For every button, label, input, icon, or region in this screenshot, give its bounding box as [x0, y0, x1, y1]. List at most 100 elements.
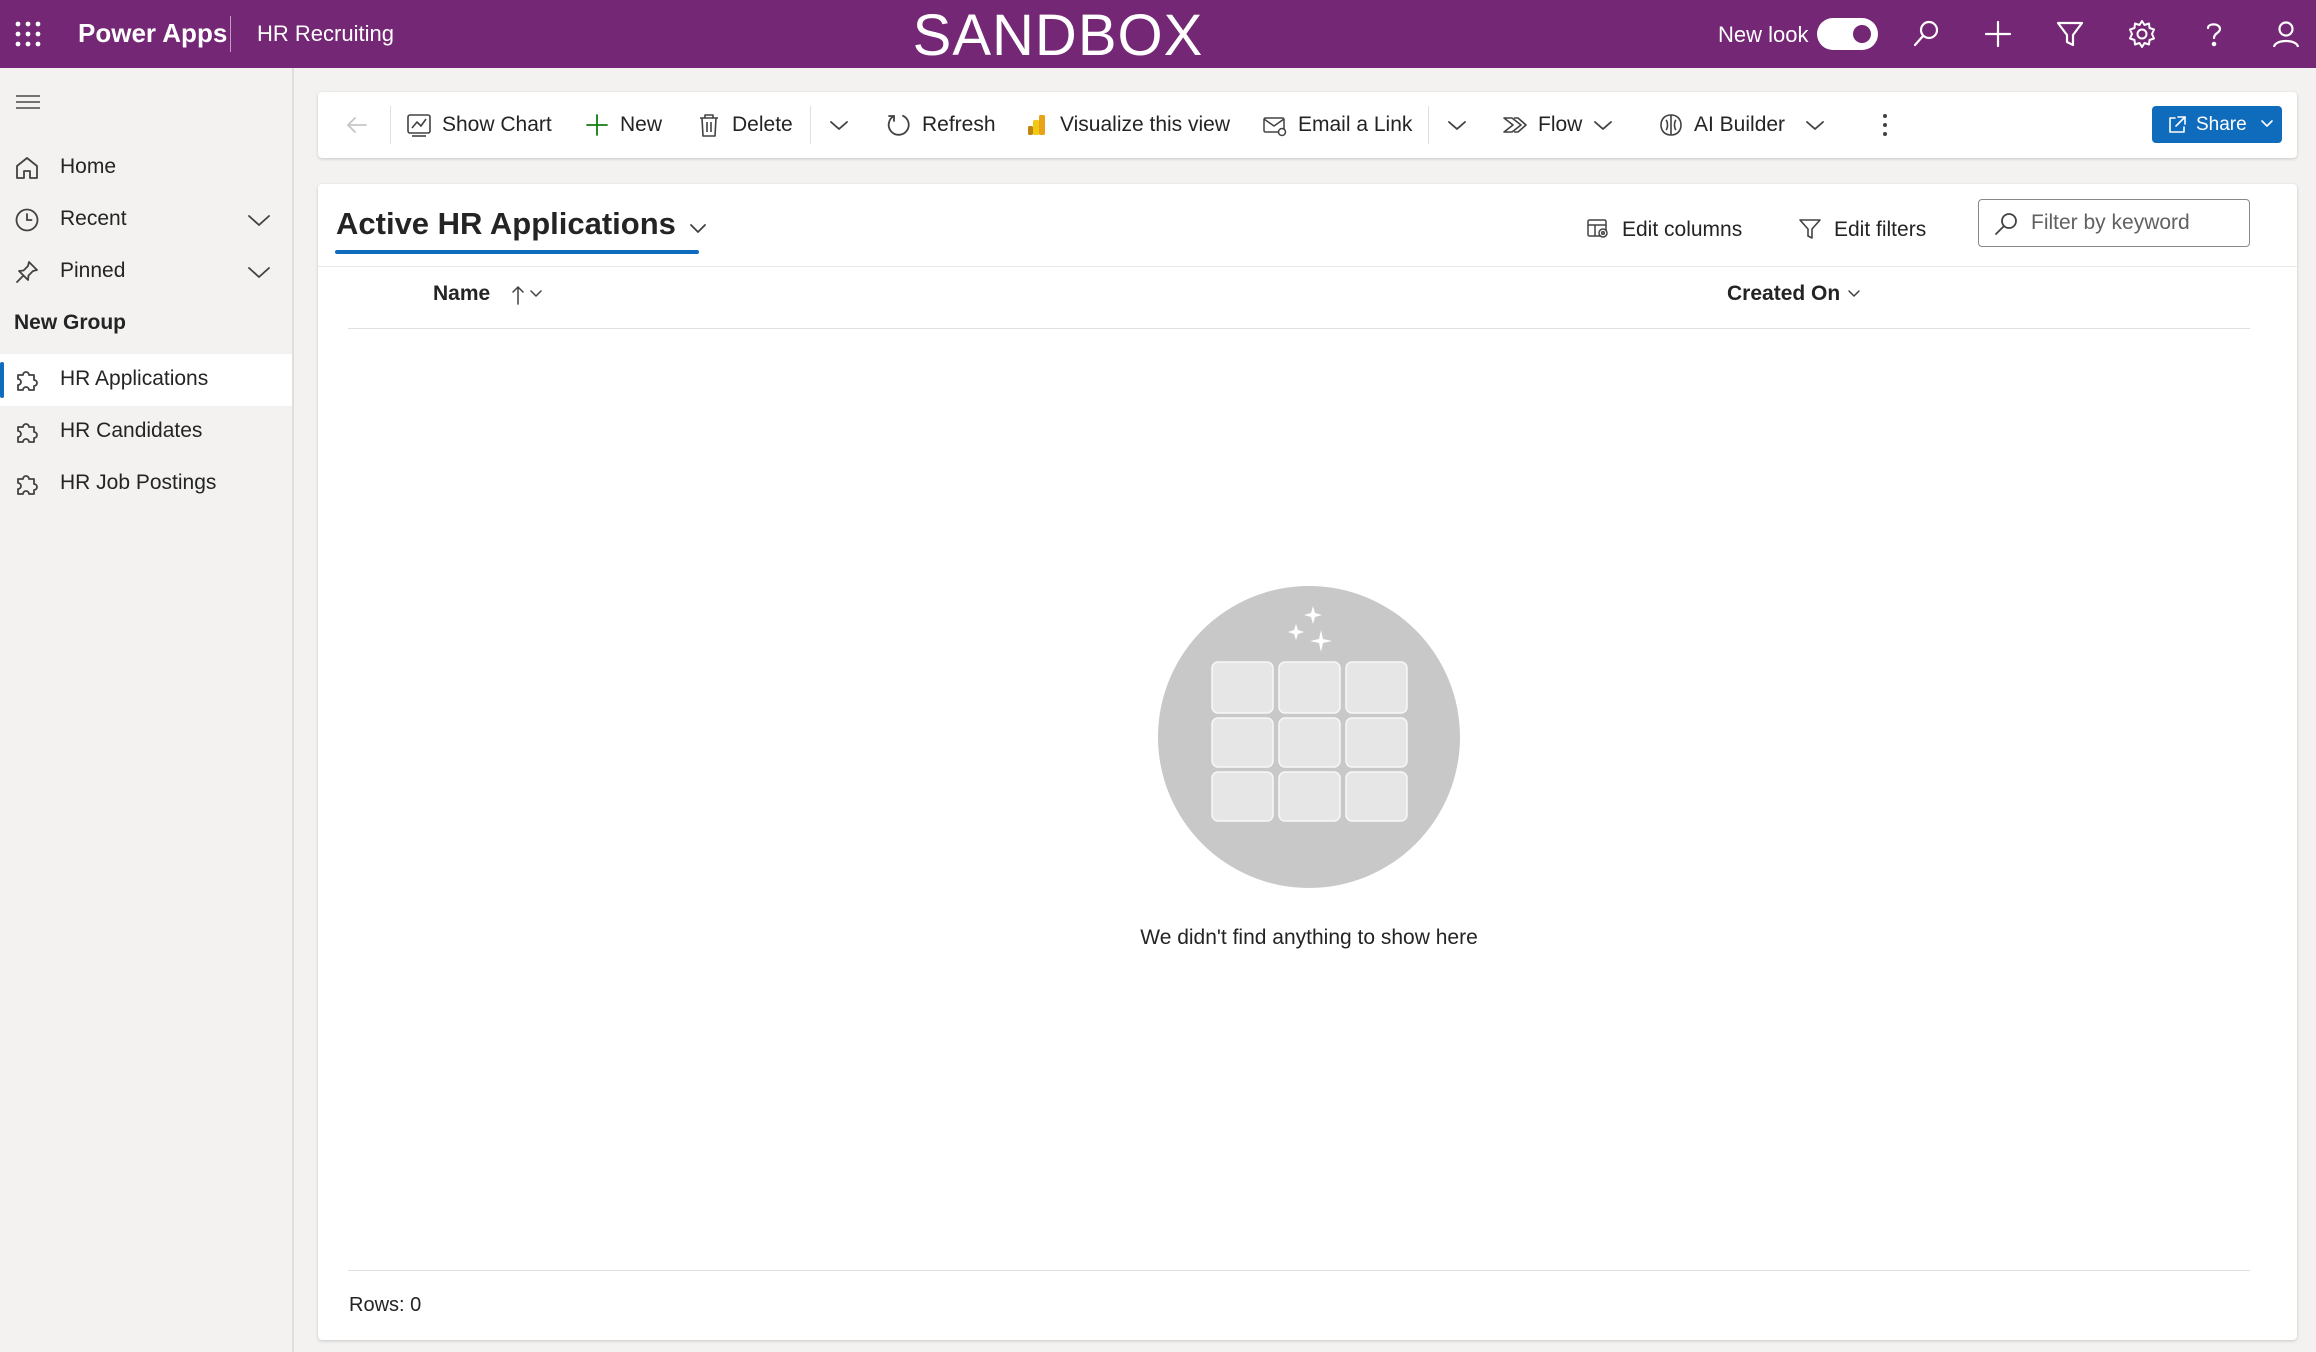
selection-indicator: [0, 362, 4, 398]
search-icon[interactable]: [1910, 18, 1942, 50]
empty-state-message: We didn't find anything to show here: [1140, 926, 1478, 949]
hamburger-icon[interactable]: [14, 90, 42, 114]
app-header: Power Apps HR Recruiting SANDBOX New loo…: [0, 0, 2316, 68]
view-title: Active HR Applications: [336, 206, 676, 241]
more-commands-button[interactable]: [1872, 92, 1898, 158]
refresh-button[interactable]: Refresh: [886, 92, 996, 158]
more-vertical-icon: [1872, 112, 1898, 138]
sidebar-item-label: Recent: [60, 207, 127, 230]
sidebar-item-label: HR Candidates: [60, 419, 203, 442]
email-link-label: Email a Link: [1298, 113, 1413, 136]
sidebar-item-label: Pinned: [60, 259, 126, 282]
edit-columns-label: Edit columns: [1622, 218, 1743, 241]
view-panel: Active HR Applications Edit columns Edit…: [318, 184, 2297, 1340]
more-delete-options-button[interactable]: [826, 92, 856, 158]
chart-icon: [406, 112, 432, 138]
flow-label: Flow: [1538, 113, 1583, 136]
chevron-down-icon[interactable]: [246, 210, 272, 230]
chevron-down-icon: [826, 112, 852, 138]
filter-icon[interactable]: [2054, 18, 2086, 50]
ai-builder-button[interactable]: AI Builder: [1658, 92, 1824, 158]
empty-grid-illustration: [1158, 586, 1460, 888]
toggle-knob: [1853, 25, 1871, 43]
command-separator: [390, 106, 391, 144]
plus-icon: [584, 112, 610, 138]
view-selector-underline: [335, 250, 699, 254]
column-header-label: Name: [433, 282, 491, 305]
home-icon: [14, 155, 40, 181]
chevron-down-icon: [1444, 112, 1470, 138]
chevron-down-icon: [688, 222, 708, 236]
panel-header-divider: [318, 266, 2297, 267]
sidebar-item-hr-applications[interactable]: HR Applications: [0, 354, 292, 406]
share-button[interactable]: Share: [2152, 106, 2282, 143]
sidebar-item-home[interactable]: Home: [0, 142, 292, 194]
share-icon: [2166, 114, 2188, 136]
plus-icon[interactable]: [1982, 18, 2014, 50]
view-selector[interactable]: Active HR Applications: [336, 206, 706, 252]
new-label: New: [620, 113, 663, 136]
new-look-toggle[interactable]: [1817, 18, 1878, 50]
command-separator: [810, 106, 811, 144]
flow-icon: [1502, 112, 1528, 138]
refresh-label: Refresh: [922, 113, 996, 136]
new-look-label: New look: [1718, 22, 1809, 47]
puzzle-icon: [14, 419, 40, 445]
back-arrow-icon: [344, 112, 370, 138]
column-header-label: Created On: [1727, 282, 1841, 305]
sidebar-item-pinned[interactable]: Pinned: [0, 246, 292, 298]
settings-icon[interactable]: [2126, 18, 2158, 50]
sidebar-item-hr-job-postings[interactable]: HR Job Postings: [0, 458, 292, 510]
show-chart-label: Show Chart: [442, 113, 552, 136]
header-row-divider: [348, 328, 2250, 329]
flow-button[interactable]: Flow: [1502, 92, 1614, 158]
share-label: Share: [2196, 114, 2247, 135]
footer-divider: [348, 1270, 2250, 1271]
user-icon[interactable]: [2270, 18, 2302, 50]
sort-ascending-icon: [511, 284, 525, 306]
keyword-filter-box[interactable]: [1978, 199, 2250, 247]
chevron-down-icon: [529, 288, 543, 300]
sidebar-item-hr-candidates[interactable]: HR Candidates: [0, 406, 292, 458]
chevron-down-icon: [1802, 112, 1828, 138]
puzzle-icon: [14, 367, 40, 393]
visualize-label: Visualize this view: [1060, 113, 1231, 136]
email-link-icon: [1262, 112, 1288, 138]
command-bar: Show Chart New Delete Refresh Visualize …: [318, 92, 2297, 158]
ai-builder-icon: [1658, 112, 1684, 138]
delete-button[interactable]: Delete: [696, 92, 796, 158]
nav-group-title: New Group: [14, 311, 127, 334]
more-email-options-button[interactable]: [1444, 92, 1474, 158]
clock-icon: [14, 207, 40, 233]
sidebar-item-recent[interactable]: Recent: [0, 194, 292, 246]
chevron-down-icon: [2260, 118, 2274, 130]
keyword-filter-input[interactable]: [2031, 209, 2241, 237]
sidebar-item-label: HR Job Postings: [60, 471, 217, 494]
back-button[interactable]: [344, 92, 374, 158]
pin-icon: [14, 259, 40, 285]
sidebar: Home Recent Pinned New Group HR Applicat…: [0, 68, 294, 1352]
visualize-view-button[interactable]: Visualize this view: [1024, 92, 1234, 158]
trash-icon: [696, 112, 722, 138]
puzzle-icon: [14, 471, 40, 497]
sidebar-item-label: HR Applications: [60, 367, 209, 390]
column-header-name[interactable]: Name: [433, 282, 542, 318]
delete-label: Delete: [732, 113, 793, 136]
edit-filters-label: Edit filters: [1834, 218, 1927, 241]
new-button[interactable]: New: [584, 92, 664, 158]
email-link-button[interactable]: Email a Link: [1262, 92, 1412, 158]
ai-builder-label: AI Builder: [1694, 113, 1786, 136]
search-icon: [1993, 211, 2019, 237]
help-icon[interactable]: [2198, 18, 2230, 50]
column-header-created-on[interactable]: Created On: [1727, 282, 1867, 318]
rows-count: Rows: 0: [349, 1294, 422, 1316]
command-separator: [1428, 106, 1429, 144]
refresh-icon: [886, 112, 912, 138]
sidebar-item-label: Home: [60, 155, 117, 178]
chevron-down-icon: [1590, 112, 1616, 138]
chevron-down-icon[interactable]: [246, 262, 272, 282]
power-bi-icon: [1024, 112, 1050, 138]
edit-columns-icon: [1586, 217, 1610, 241]
filter-icon: [1798, 217, 1822, 241]
show-chart-button[interactable]: Show Chart: [406, 92, 556, 158]
